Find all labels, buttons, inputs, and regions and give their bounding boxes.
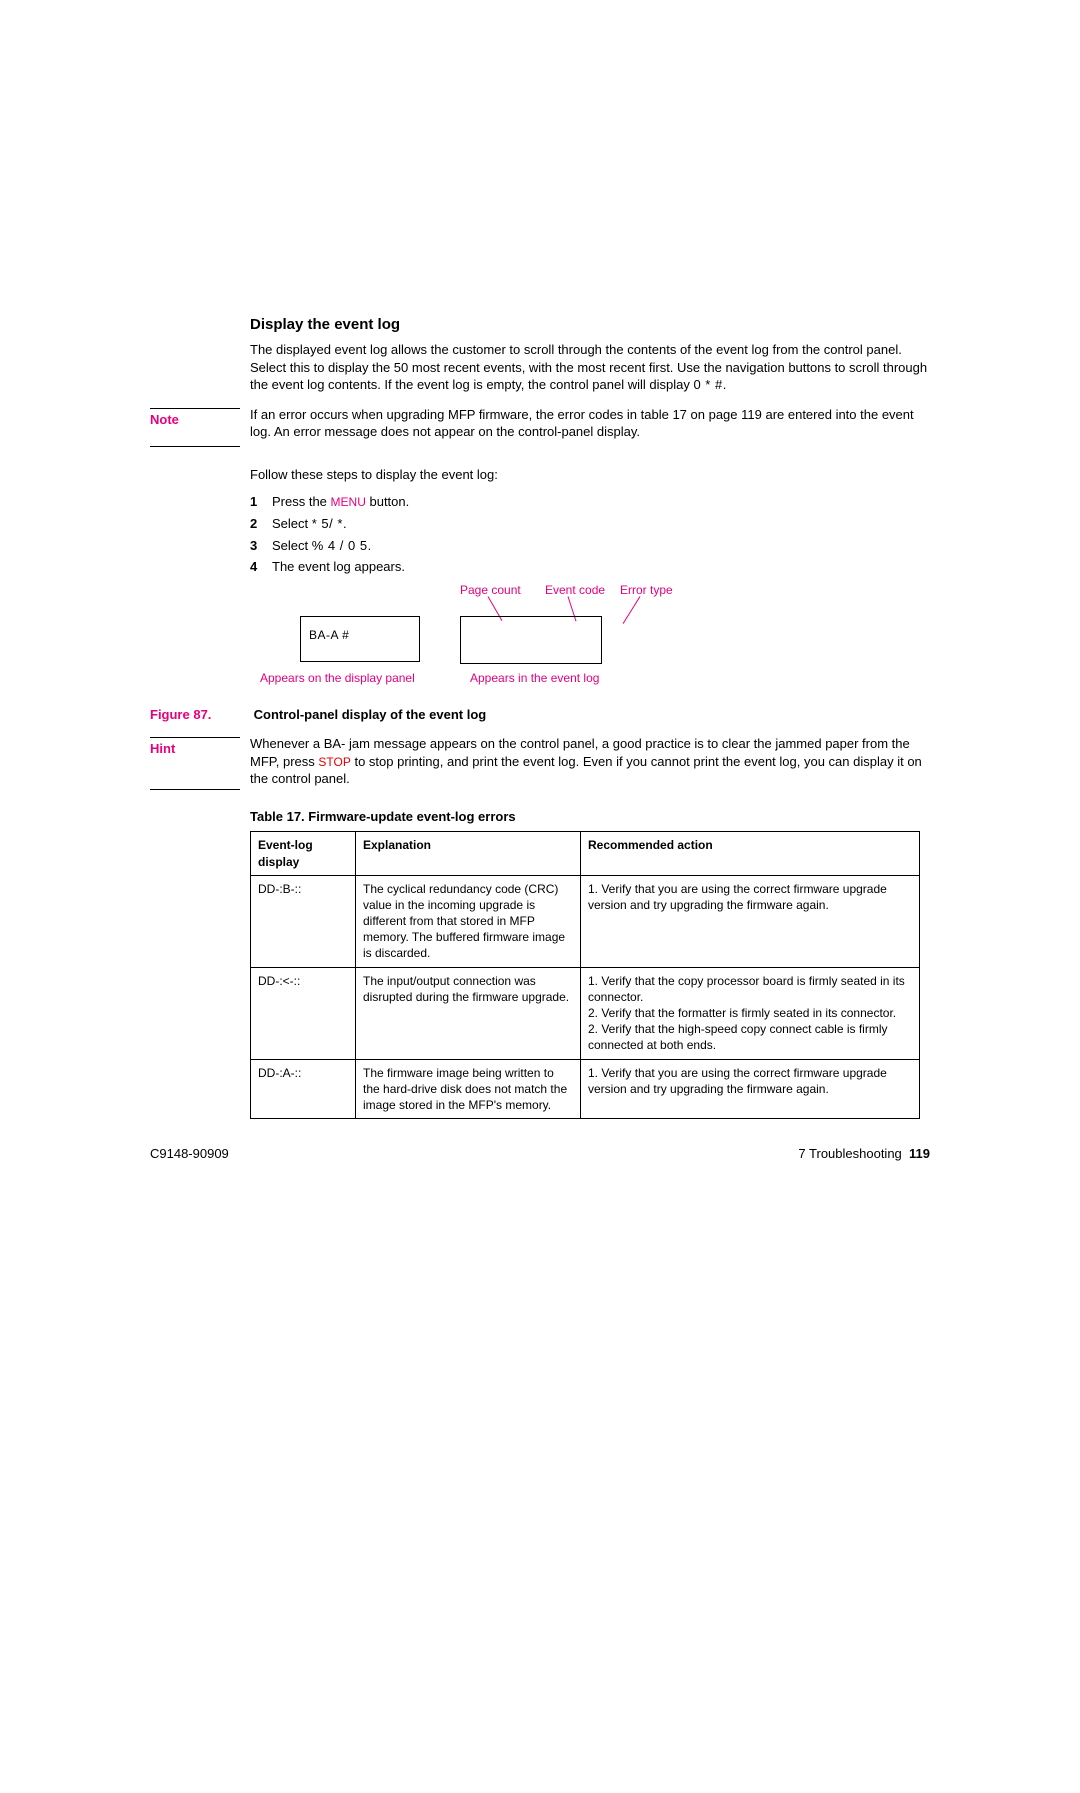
page-footer: C9148-90909 7 Troubleshooting 119 [150, 1145, 930, 1163]
step-code: % 4 / 0 5 [312, 538, 368, 553]
annotation-event-code: Event code [545, 582, 605, 598]
step-pre: The event log appears. [272, 559, 405, 574]
cell-display: DD-:B-:: [251, 875, 356, 967]
step-pre: Select [272, 516, 312, 531]
step-number: 3 [250, 537, 272, 555]
menu-keyword: MENU [331, 495, 366, 509]
intro-code: 0 * # [693, 377, 722, 392]
hint-block: Hint Whenever a BA- jam message appears … [150, 735, 930, 788]
hint-label: Hint [150, 740, 240, 758]
note-block: Note If an error occurs when upgrading M… [150, 406, 930, 452]
step-row: 3 Select % 4 / 0 5. [250, 537, 930, 555]
display-panel-box: BA-A # [300, 616, 420, 662]
cell-action: 1. Verify that you are using the correct… [581, 875, 920, 967]
stop-keyword: STOP [318, 755, 350, 769]
document-page: Display the event log The displayed even… [0, 0, 1080, 1793]
figure-caption-row: Figure 87. Control-panel display of the … [150, 706, 930, 724]
table-header-explanation: Explanation [356, 832, 581, 875]
caption-event-log: Appears in the event log [470, 670, 599, 686]
table-row: DD-:B-:: The cyclical redundancy code (C… [251, 875, 920, 967]
connector-line [623, 596, 641, 624]
table-header-row: Event-log display Explanation Recommende… [251, 832, 920, 875]
step-text: Press the MENU button. [272, 493, 930, 511]
step-text: The event log appears. [272, 558, 930, 576]
footer-page-number: 119 [909, 1146, 930, 1161]
step-row: 4 The event log appears. [250, 558, 930, 576]
event-log-box [460, 616, 602, 664]
firmware-error-table: Event-log display Explanation Recommende… [250, 831, 920, 1119]
step-post: . [368, 538, 372, 553]
step-post: button. [366, 494, 409, 509]
step-row: 1 Press the MENU button. [250, 493, 930, 511]
annotation-page-count: Page count [460, 582, 521, 598]
table-caption: Table 17. Firmware-update event-log erro… [250, 808, 930, 826]
note-text: If an error occurs when upgrading MFP fi… [250, 406, 930, 441]
step-number: 4 [250, 558, 272, 576]
cell-explanation: The cyclical redundancy code (CRC) value… [356, 875, 581, 967]
step-code: * 5/ * [312, 516, 343, 531]
intro-text: The displayed event log allows the custo… [250, 342, 927, 392]
caption-display-panel: Appears on the display panel [260, 670, 415, 686]
intro-paragraph: The displayed event log allows the custo… [250, 341, 930, 394]
cell-explanation: The firmware image being written to the … [356, 1059, 581, 1119]
steps-list: 1 Press the MENU button. 2 Select * 5/ *… [250, 493, 930, 575]
hint-text: Whenever a BA- jam message appears on th… [250, 735, 930, 788]
figure-caption: Control-panel display of the event log [254, 707, 487, 722]
display-box-text: BA-A # [309, 628, 349, 642]
follow-text: Follow these steps to display the event … [250, 466, 930, 484]
footer-section: 7 Troubleshooting [798, 1146, 901, 1161]
cell-display: DD-:A-:: [251, 1059, 356, 1119]
annotation-error-type: Error type [620, 582, 673, 598]
footer-doc-number: C9148-90909 [150, 1146, 229, 1161]
note-label: Note [150, 411, 240, 429]
step-post: . [343, 516, 347, 531]
step-pre: Press the [272, 494, 331, 509]
intro-tail: . [723, 377, 727, 392]
table-row: DD-:A-:: The firmware image being writte… [251, 1059, 920, 1119]
section-heading: Display the event log [250, 315, 930, 335]
hint-post: to stop printing, and print the event lo… [250, 754, 922, 787]
step-text: Select * 5/ *. [272, 515, 930, 533]
step-number: 1 [250, 493, 272, 511]
table-row: DD-:<-:: The input/output connection was… [251, 967, 920, 1059]
step-text: Select % 4 / 0 5. [272, 537, 930, 555]
table-header-action: Recommended action [581, 832, 920, 875]
cell-explanation: The input/output connection was disrupte… [356, 967, 581, 1059]
cell-action: 1. Verify that the copy processor board … [581, 967, 920, 1059]
figure-label: Figure 87. [150, 706, 250, 724]
step-pre: Select [272, 538, 312, 553]
content-area: Display the event log The displayed even… [150, 315, 930, 1119]
step-number: 2 [250, 515, 272, 533]
event-log-diagram: Page count Event code Error type BA-A # … [290, 588, 930, 698]
cell-display: DD-:<-:: [251, 967, 356, 1059]
table-header-display: Event-log display [251, 832, 356, 875]
cell-action: 1. Verify that you are using the correct… [581, 1059, 920, 1119]
footer-right: 7 Troubleshooting 119 [798, 1145, 930, 1163]
step-row: 2 Select * 5/ *. [250, 515, 930, 533]
